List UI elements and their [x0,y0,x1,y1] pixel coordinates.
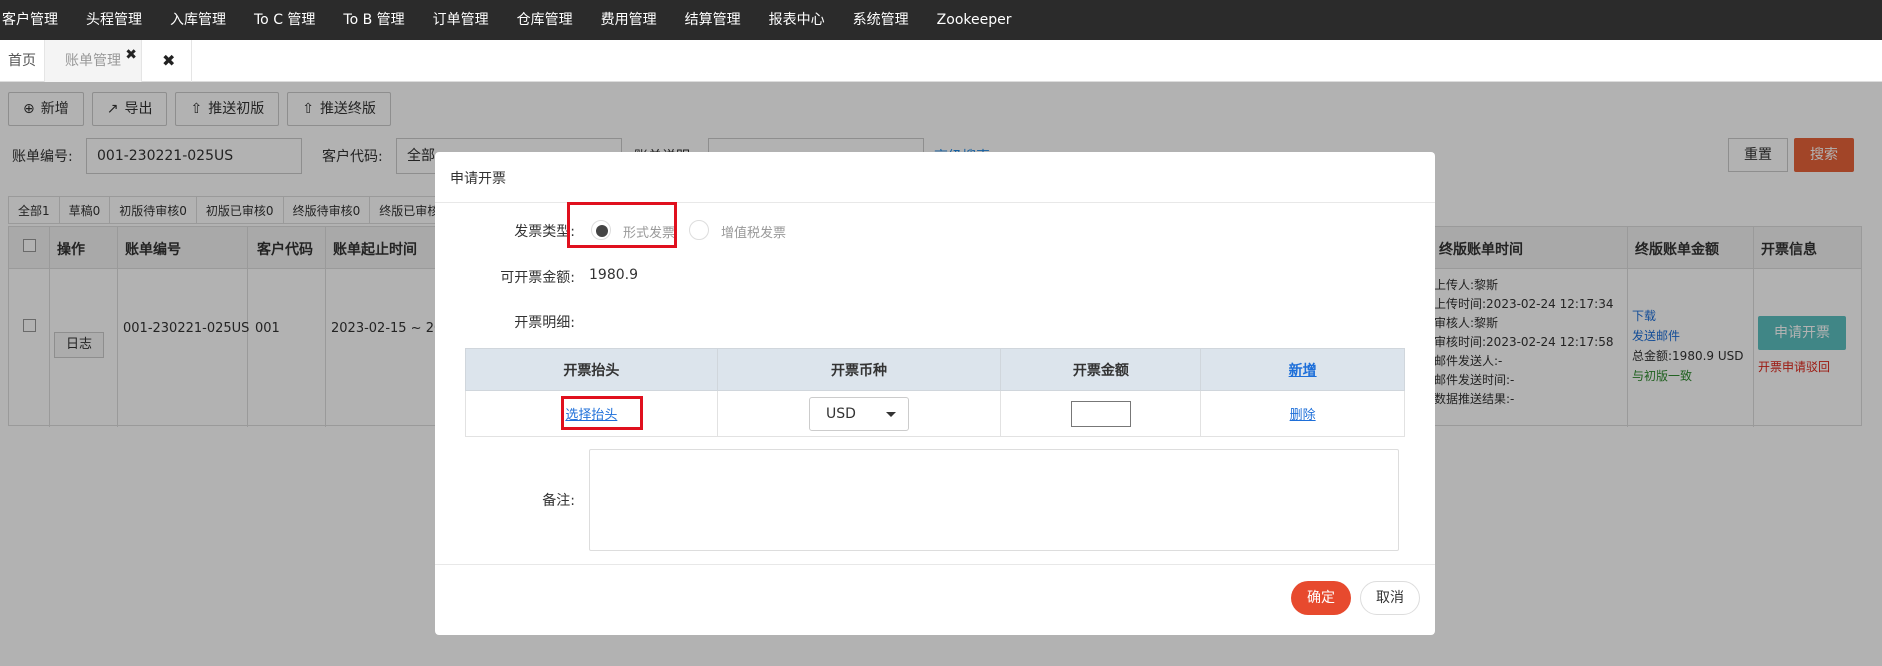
nav-settlement[interactable]: 结算管理 [671,0,755,40]
close-all-tabs-icon[interactable]: ✖ [142,40,192,82]
tab-bill-management[interactable]: 账单管理 ✖ [45,40,142,82]
radio-vat[interactable] [689,220,709,240]
cancel-button[interactable]: 取消 [1360,581,1420,615]
nav-toc[interactable]: To C 管理 [240,0,329,40]
available-amount-label: 可开票金额: [500,270,575,286]
caret-down-icon [886,411,897,417]
top-nav: 客户管理 头程管理 入库管理 To C 管理 To B 管理 订单管理 仓库管理… [0,0,1882,40]
nav-warehouse[interactable]: 仓库管理 [503,0,587,40]
nav-zookeeper[interactable]: Zookeeper [923,0,1026,40]
confirm-button[interactable]: 确定 [1291,581,1351,615]
add-row-link[interactable]: 新增 [1289,363,1317,379]
nav-fees[interactable]: 费用管理 [587,0,671,40]
col-header: 开票抬头 [465,348,718,391]
apply-invoice-dialog: 申请开票 发票类型: 形式发票 增值税发票 可开票金额: 1980.9 开票明细… [435,152,1435,635]
nav-orders[interactable]: 订单管理 [419,0,503,40]
invoice-amount-input[interactable] [1070,400,1131,427]
vat-label: 增值税发票 [721,226,787,241]
col-amount: 开票金额 [1000,348,1202,391]
dialog-title: 申请开票 [450,171,506,187]
currency-value: USD [826,405,856,422]
nav-system[interactable]: 系统管理 [839,0,923,40]
remark-label: 备注: [542,493,575,509]
delete-row-link[interactable]: 删除 [1290,408,1316,423]
invoice-type-label: 发票类型: [514,224,575,240]
nav-reports[interactable]: 报表中心 [755,0,839,40]
tab-home[interactable]: 首页 [0,40,45,82]
nav-customer[interactable]: 客户管理 [0,0,72,40]
tab-label: 账单管理 [65,53,121,69]
col-currency: 开票币种 [716,348,1002,391]
nav-first-leg[interactable]: 头程管理 [72,0,156,40]
highlight-box [567,202,677,248]
details-label: 开票明细: [514,315,575,331]
nav-inbound[interactable]: 入库管理 [156,0,240,40]
available-amount: 1980.9 [589,267,638,283]
currency-select[interactable]: USD [809,396,910,431]
highlight-box [561,396,643,430]
close-icon[interactable]: ✖ [125,34,137,76]
nav-tob[interactable]: To B 管理 [329,0,418,40]
tab-bar: 首页 账单管理 ✖ ✖ [0,40,1882,82]
remark-textarea[interactable] [589,449,1399,551]
